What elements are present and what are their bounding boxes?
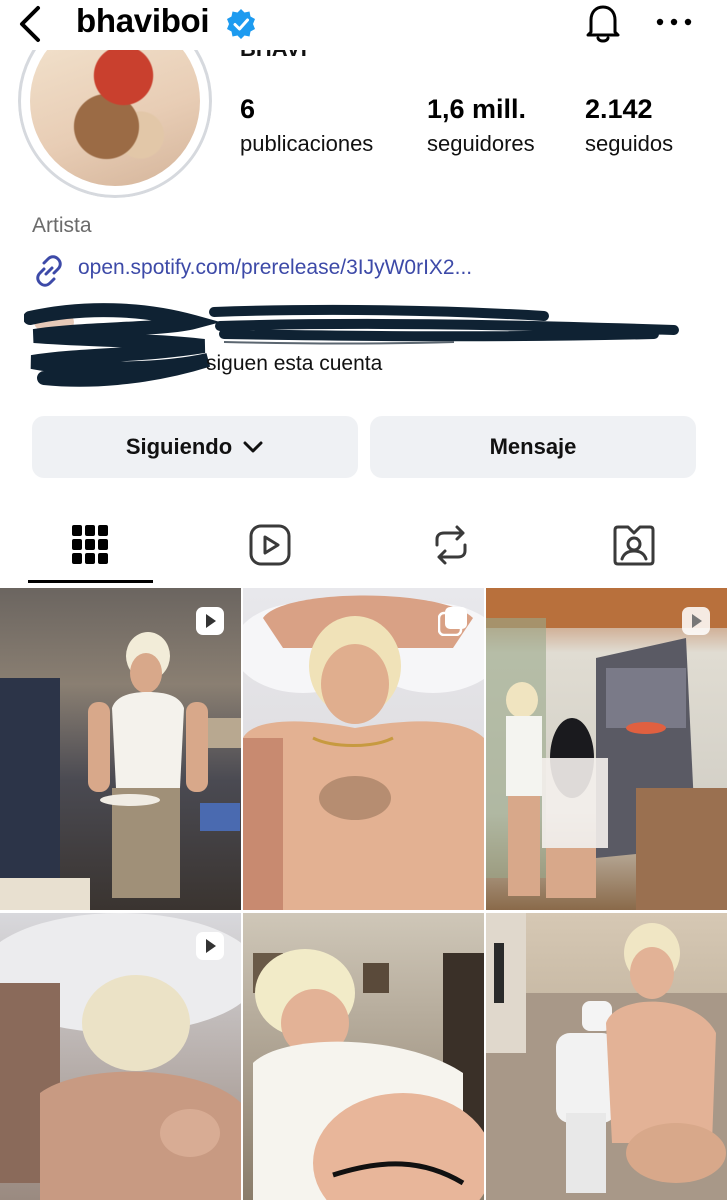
- profile-username: bhaviboi: [76, 2, 210, 39]
- carousel-badge-icon: [438, 607, 467, 636]
- stat-followers[interactable]: 1,6 mill. seguidores: [427, 94, 535, 157]
- chevron-left-icon[interactable]: [14, 4, 46, 44]
- post-thumbnail[interactable]: [0, 913, 241, 1200]
- post-thumbnail[interactable]: [0, 588, 241, 910]
- repost-icon: [435, 525, 467, 565]
- bell-icon[interactable]: [580, 0, 626, 46]
- post-image: [486, 588, 727, 910]
- post-image: [243, 595, 484, 910]
- stat-posts-value: 6: [240, 94, 256, 124]
- stat-following[interactable]: 2.142 seguidos: [585, 94, 673, 157]
- post-image: [486, 913, 727, 1200]
- verified-badge-icon: [227, 9, 255, 39]
- post-thumbnail[interactable]: [486, 913, 727, 1200]
- display-name: BHAVI: [240, 50, 320, 64]
- message-button[interactable]: Mensaje: [370, 416, 696, 478]
- reel-badge-icon: [196, 607, 224, 635]
- grid-icon: [72, 525, 108, 564]
- stat-followers-label: seguidores: [427, 131, 535, 156]
- profile-tabs: [0, 506, 727, 588]
- tab-reels[interactable]: [208, 506, 332, 584]
- more-icon[interactable]: [654, 10, 694, 34]
- stat-posts[interactable]: 6 publicaciones: [240, 94, 373, 157]
- posts-grid: [0, 588, 727, 1200]
- tab-grid[interactable]: [28, 506, 152, 584]
- stat-posts-label: publicaciones: [240, 131, 374, 156]
- tab-reposts[interactable]: [389, 506, 513, 584]
- bio-link-text: open.spotify.com/prerelease/3IJyW0rIX2..…: [78, 256, 473, 279]
- post-thumbnail[interactable]: [486, 588, 727, 910]
- chevron-down-icon: [243, 441, 263, 453]
- redaction-scribble: [24, 303, 679, 387]
- post-thumbnail[interactable]: [243, 913, 484, 1200]
- reels-icon: [249, 524, 291, 566]
- stat-following-label: seguidos: [585, 131, 674, 156]
- tagged-icon: [613, 525, 655, 566]
- stat-followers-value: 1,6 mill.: [427, 94, 527, 124]
- following-button[interactable]: Siguiendo: [32, 416, 358, 478]
- profile-category: Artista: [32, 214, 92, 237]
- message-button-label: Mensaje: [489, 434, 577, 459]
- post-image: [253, 949, 484, 1200]
- reel-badge-icon: [682, 607, 710, 635]
- active-tab-indicator: [28, 580, 153, 583]
- post-image: [0, 632, 241, 910]
- stat-following-value: 2.142: [585, 94, 653, 124]
- link-icon: [36, 255, 62, 287]
- tab-tagged[interactable]: [572, 506, 696, 584]
- reel-badge-icon: [196, 932, 224, 960]
- profile-header: bhaviboi: [0, 0, 727, 50]
- profile-avatar[interactable]: [18, 38, 212, 198]
- following-button-label: Siguiendo: [125, 434, 233, 459]
- post-thumbnail[interactable]: [243, 588, 484, 910]
- followed-by-text: siguen esta cuenta: [206, 352, 383, 375]
- followed-by[interactable]: siguen esta cuenta: [24, 300, 684, 390]
